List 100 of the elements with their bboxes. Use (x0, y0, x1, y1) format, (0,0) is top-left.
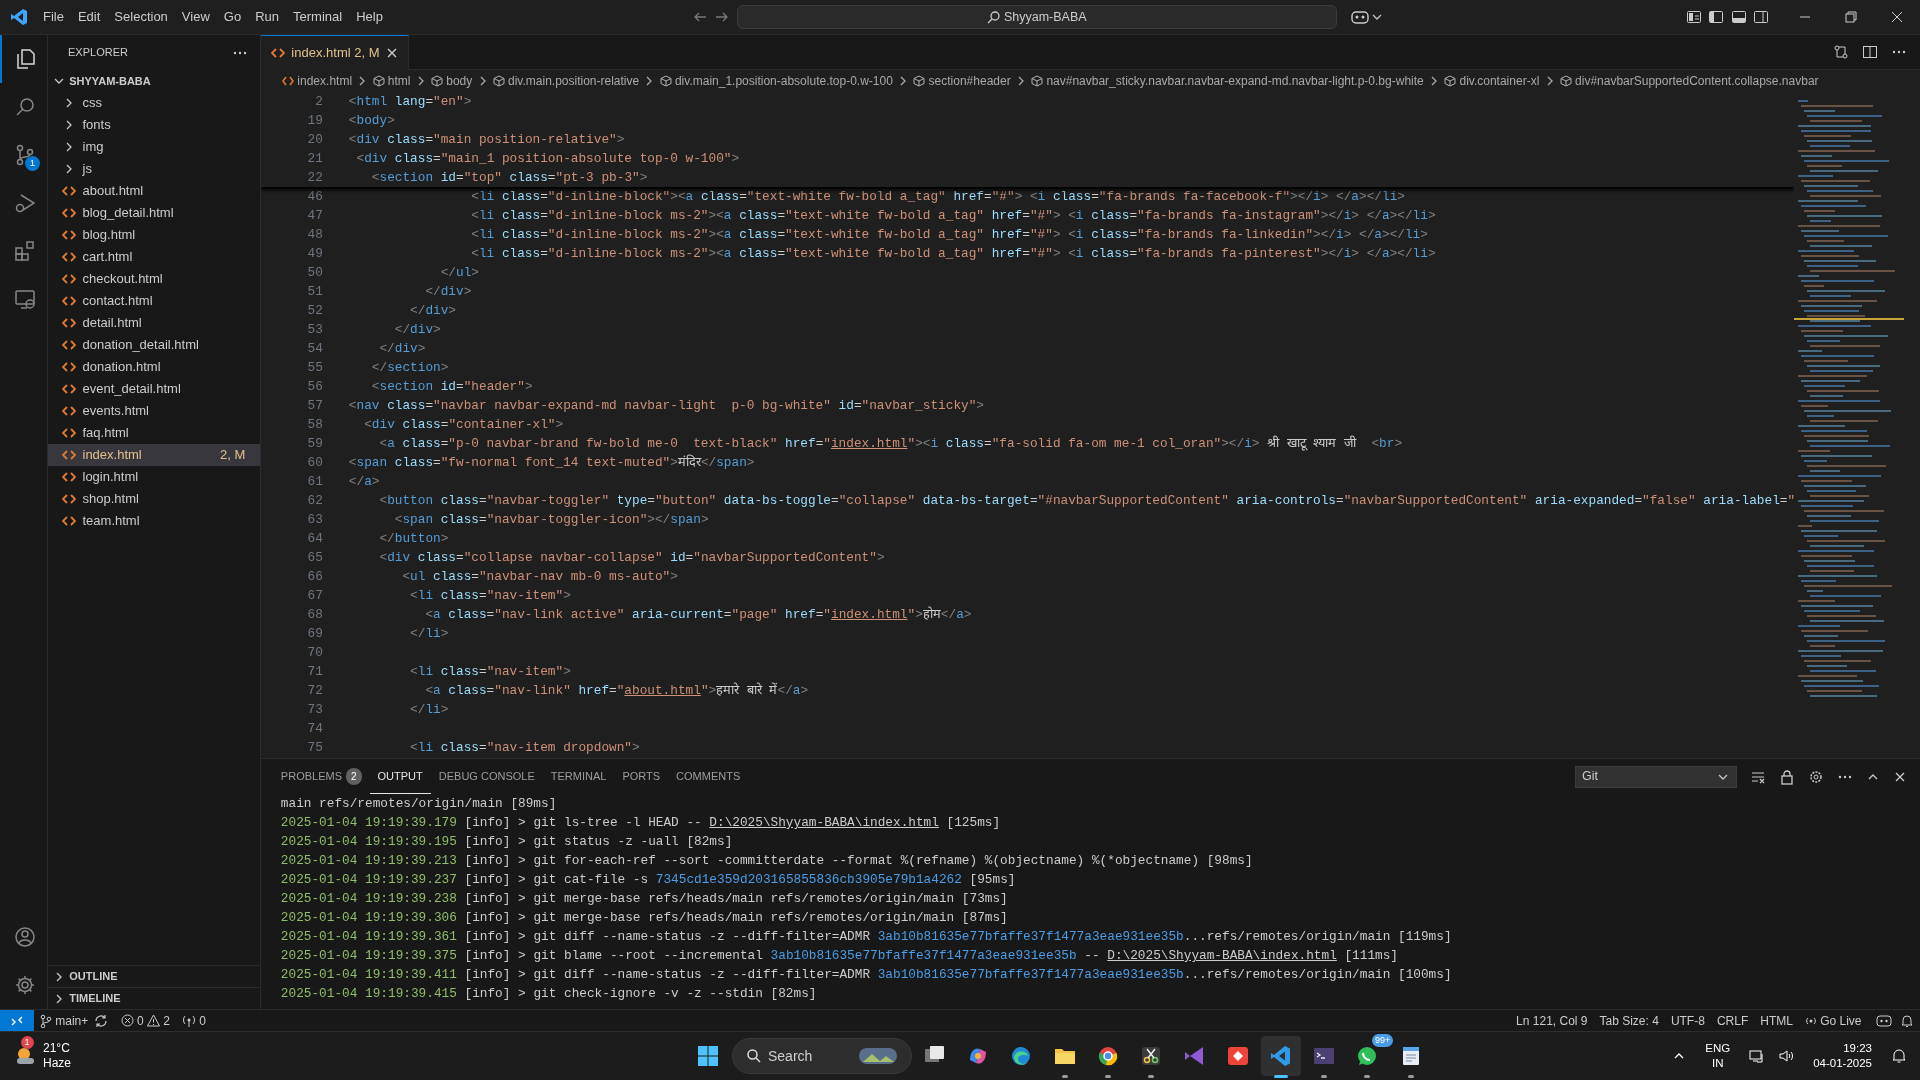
file-link[interactable]: D:\2025\Shyyam-BABA\index.html (1107, 948, 1337, 963)
warning-icon (146, 1014, 160, 1027)
tree-item[interactable]: about.html (48, 180, 260, 202)
file-link[interactable]: index.html (830, 436, 908, 451)
html-file-icon (62, 448, 76, 462)
panel-tab[interactable]: COMMENTS (668, 759, 749, 794)
tree-item[interactable]: img (48, 136, 260, 158)
run-debug-icon[interactable] (13, 191, 37, 215)
taskbar-search-field[interactable]: Search (731, 1038, 912, 1074)
monitor-icon[interactable] (13, 287, 37, 311)
status-item[interactable]: HTML (1754, 1010, 1799, 1031)
bell-icon[interactable] (1899, 1013, 1914, 1028)
tree-item[interactable]: donation_detail.html (48, 334, 260, 356)
breadcrumb-item[interactable]: html (369, 72, 414, 90)
breadcrumb-item[interactable]: div.main.position-relative (489, 72, 643, 90)
tree-item[interactable]: event_detail.html (48, 378, 260, 400)
section-header[interactable]: OUTLINE (48, 965, 260, 987)
language-indicator[interactable]: ENG IN (1699, 1040, 1737, 1072)
tree-item[interactable]: index.html 2, M (48, 444, 260, 466)
line-number: 65 (306, 549, 323, 567)
panel-tab[interactable]: OUTPUT (369, 759, 431, 794)
tree-item[interactable]: checkout.html (48, 268, 260, 290)
menu-item[interactable]: Selection (107, 5, 175, 29)
start-icon[interactable] (697, 1045, 720, 1067)
line-number: 75 (306, 739, 323, 757)
file-link[interactable]: index.html (831, 607, 908, 622)
breadcrumb-item[interactable]: nav#navbar_sticky.navbar.navbar-expand-md.navbar-light.p-0.bg-white (1027, 72, 1427, 90)
tree-item[interactable]: contact.html (48, 290, 260, 312)
settings-icon[interactable] (13, 973, 37, 997)
menu-item[interactable]: Help (349, 5, 390, 29)
lock-icon[interactable] (1779, 768, 1795, 785)
code-line: <div class="container-xl"> (363, 416, 564, 434)
code-line: </div> (378, 340, 426, 358)
tree-item[interactable]: login.html (48, 466, 260, 488)
settings-icon[interactable] (1808, 768, 1824, 785)
tree-item[interactable]: js (48, 158, 260, 180)
menu-item[interactable]: Edit (70, 5, 108, 29)
extensions-icon[interactable] (13, 239, 37, 263)
network-icon[interactable] (1749, 1048, 1766, 1064)
secondary-sidebar-icon[interactable] (1753, 9, 1769, 25)
breadcrumb-item[interactable]: div#navbarSupportedContent.collapse.navbar (1556, 72, 1822, 90)
html-file-icon (62, 272, 76, 286)
panel-tab[interactable]: PROBLEMS 2 (272, 759, 370, 794)
panel-tab[interactable]: PORTS (614, 759, 669, 794)
layout-icon[interactable] (1685, 9, 1702, 25)
breadcrumb-item[interactable]: div.main_1.position-absolute.top-0.w-100 (656, 72, 897, 90)
status-item[interactable]: CRLF (1710, 1010, 1755, 1031)
panel-toggle-icon[interactable] (1730, 9, 1747, 25)
cube-icon (1444, 75, 1457, 87)
problems-indicator[interactable]: 0 2 (114, 1010, 176, 1031)
tree-item[interactable]: detail.html (48, 312, 260, 334)
clock[interactable]: 19:23 04-01-2025 (1807, 1040, 1878, 1072)
file-link[interactable]: about.html (624, 683, 701, 698)
menu-item[interactable]: Go (216, 5, 249, 29)
account-icon[interactable] (13, 925, 37, 949)
tree-item[interactable]: shop.html (48, 488, 260, 510)
menu-item[interactable]: Terminal (286, 5, 350, 29)
status-item[interactable]: UTF-8 (1664, 1010, 1711, 1031)
tree-item[interactable]: events.html (48, 400, 260, 422)
tree-item[interactable]: blog.html (48, 224, 260, 246)
split-editor-icon[interactable] (1862, 44, 1878, 60)
cube-icon (659, 75, 672, 87)
file-link[interactable]: D:\2025\Shyyam-BABA\index.html (709, 815, 939, 830)
branch-indicator[interactable]: main+ (34, 1010, 95, 1031)
assistant-icon[interactable] (1875, 1013, 1892, 1028)
assistant-icon[interactable] (1349, 9, 1370, 25)
tree-item[interactable]: blog_detail.html (48, 202, 260, 224)
breadcrumb-item[interactable]: section#header (910, 72, 1014, 90)
status-item[interactable]: Tab Size: 4 (1593, 1010, 1665, 1031)
go-live-button[interactable]: Go Live (1798, 1010, 1868, 1031)
output-channel-dropdown[interactable]: Git (1575, 765, 1737, 788)
html-file-icon (62, 360, 76, 374)
volume-icon[interactable] (1778, 1048, 1795, 1064)
tree-item[interactable]: faq.html (48, 422, 260, 444)
panel-tab[interactable]: DEBUG CONSOLE (430, 759, 543, 794)
tree-item[interactable]: cart.html (48, 246, 260, 268)
scissors-icon[interactable] (1139, 1044, 1163, 1078)
folder-title[interactable]: SHYYAM-BABA (69, 72, 151, 90)
editor-tab[interactable]: index.html 2, M (260, 35, 409, 70)
code-editor-icon[interactable] (1268, 1044, 1293, 1078)
close-icon[interactable] (386, 47, 398, 59)
panel-tab[interactable]: TERMINAL (542, 759, 615, 794)
sidebar-toggle-icon[interactable] (1708, 9, 1724, 25)
tree-item[interactable]: team.html (48, 510, 260, 532)
tree-item[interactable]: css (48, 92, 260, 114)
menu-item[interactable]: File (36, 5, 71, 29)
code-line: <ul class="navbar-nav mb-0 ms-auto"> (401, 568, 678, 586)
tree-item[interactable]: fonts (48, 114, 260, 136)
compare-changes-icon[interactable] (1833, 44, 1849, 60)
menu-item[interactable]: Run (248, 5, 286, 29)
ports-indicator[interactable]: 0 (175, 1010, 212, 1031)
bell-icon[interactable] (1891, 1048, 1907, 1064)
sync-icon[interactable] (94, 1013, 109, 1028)
menu-item[interactable]: View (174, 5, 217, 29)
status-item[interactable]: Ln 121, Col 9 (1510, 1010, 1594, 1031)
breadcrumb-item[interactable]: index.html (278, 72, 356, 90)
breadcrumb-item[interactable]: body (427, 72, 476, 90)
breadcrumb-item[interactable]: div.container-xl (1441, 72, 1543, 90)
command-search-field[interactable]: Shyyam-BABA (736, 5, 1337, 29)
tree-item[interactable]: donation.html (48, 356, 260, 378)
